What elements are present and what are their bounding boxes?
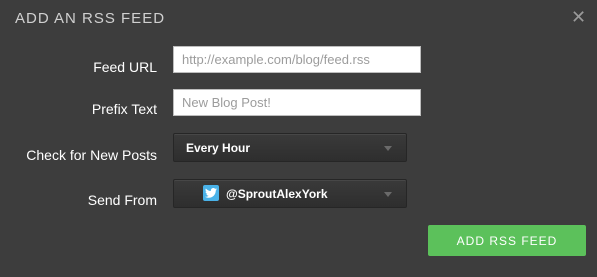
feed-url-input[interactable] <box>173 46 421 73</box>
prefix-text-label: Prefix Text <box>91 101 157 117</box>
feed-url-label: Feed URL <box>93 59 157 75</box>
send-from-select[interactable]: @SproutAlexYork <box>173 179 407 208</box>
send-from-label: Send From <box>87 192 157 208</box>
chevron-down-icon <box>384 146 392 151</box>
add-rss-feed-button[interactable]: ADD RSS FEED <box>428 225 586 256</box>
check-frequency-select[interactable]: Every Hour <box>173 133 407 162</box>
check-frequency-label: Check for New Posts <box>26 147 157 163</box>
send-from-value: @SproutAlexYork <box>226 187 328 201</box>
chevron-down-icon <box>384 192 392 197</box>
twitter-icon <box>203 185 219 201</box>
dialog-title: ADD AN RSS FEED <box>15 10 166 27</box>
close-icon[interactable]: ✕ <box>571 8 586 26</box>
prefix-text-input[interactable] <box>173 89 421 116</box>
add-rss-feed-dialog: ADD AN RSS FEED ✕ Feed URL Prefix Text C… <box>0 0 597 277</box>
check-frequency-value: Every Hour <box>186 141 251 155</box>
